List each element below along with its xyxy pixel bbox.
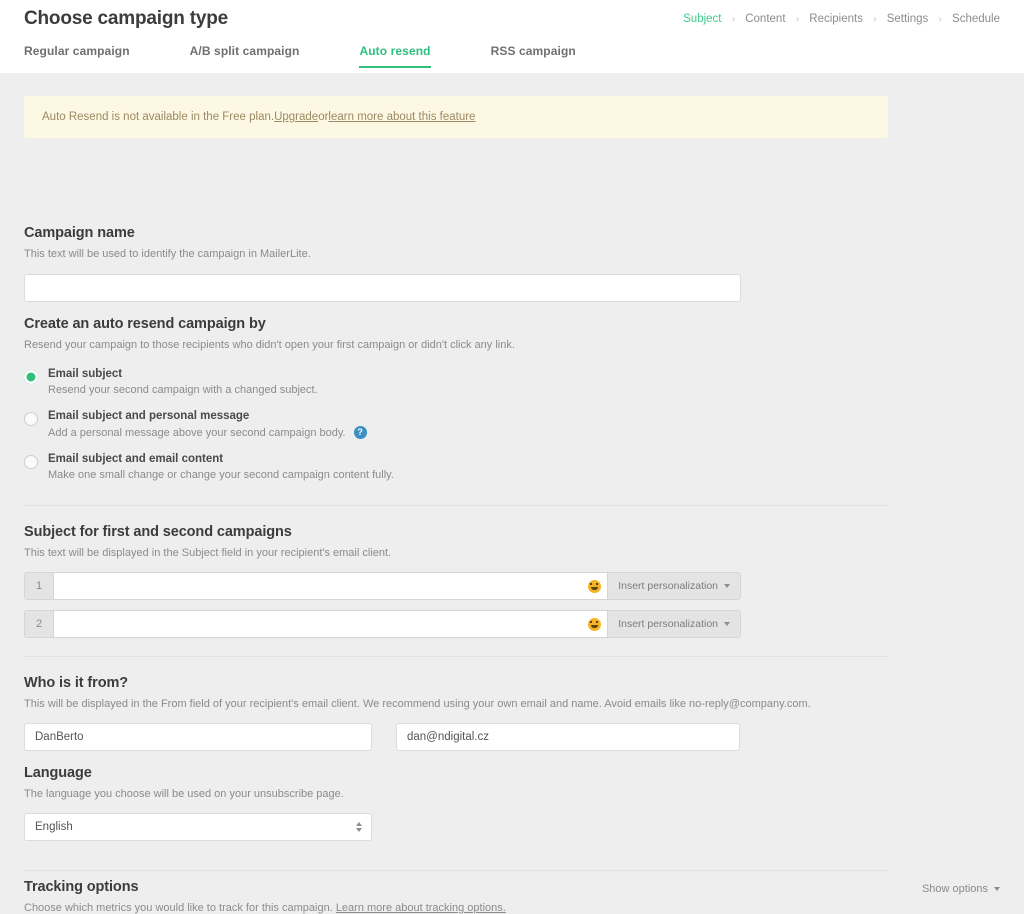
subject-title: Subject for first and second campaigns: [24, 524, 292, 540]
radio-desc-text: Add a personal message above your second…: [48, 426, 346, 439]
free-plan-notice: Auto Resend is not available in the Free…: [24, 96, 888, 138]
radio-unselected-icon[interactable]: [24, 412, 38, 426]
page-title: Choose campaign type: [24, 8, 228, 29]
section-divider: [24, 505, 888, 506]
subject-field-wrapper-2: [53, 611, 609, 637]
show-options-button[interactable]: Show options: [922, 883, 1000, 895]
breadcrumb-item-schedule[interactable]: Schedule: [952, 13, 1000, 25]
from-name-input[interactable]: [24, 723, 372, 751]
tracking-options-section: Tracking options Choose which metrics yo…: [24, 879, 506, 914]
campaign-name-title: Campaign name: [24, 225, 135, 241]
emoji-picker-button-1[interactable]: [581, 579, 607, 593]
radio-label-email-content: Email subject and email content: [48, 453, 224, 465]
create-by-description: Resend your campaign to those recipients…: [24, 339, 515, 351]
section-divider: [24, 656, 888, 657]
campaign-name-input[interactable]: [24, 274, 741, 302]
chevron-up-icon: [356, 822, 362, 826]
insert-personalization-label: Insert personalization: [618, 580, 718, 592]
smiley-face-icon[interactable]: [587, 579, 601, 593]
from-description: This will be displayed in the From field…: [24, 698, 811, 710]
subject-row-number: 1: [25, 573, 53, 599]
campaign-type-tabs: Regular campaign A/B split campaign Auto…: [24, 44, 576, 68]
subject-input-1[interactable]: [54, 573, 582, 599]
radio-selected-icon[interactable]: [24, 370, 38, 384]
breadcrumb-separator-icon: ›: [795, 14, 800, 25]
chevron-down-icon: [724, 584, 730, 588]
breadcrumb-item-recipients[interactable]: Recipients: [809, 13, 863, 25]
chevron-down-icon: [724, 622, 730, 626]
subject-description: This text will be displayed in the Subje…: [24, 547, 392, 559]
learn-more-tracking-link[interactable]: Learn more about tracking options.: [336, 902, 506, 914]
show-options-label: Show options: [921, 883, 988, 895]
campaign-name-section: Campaign name This text will be used to …: [24, 225, 741, 302]
chevron-down-icon: [356, 828, 362, 832]
from-section: Who is it from? This will be displayed i…: [24, 675, 811, 751]
tab-auto-resend[interactable]: Auto resend: [359, 44, 431, 68]
language-select-wrapper[interactable]: English: [24, 813, 372, 841]
subject-input-2[interactable]: [54, 611, 582, 637]
radio-desc-text: Make one small change or change your sec…: [48, 469, 394, 481]
insert-personalization-label: Insert personalization: [618, 618, 718, 630]
campaign-name-description: This text will be used to identify the c…: [24, 248, 311, 260]
radio-label-email-subject: Email subject: [48, 368, 123, 380]
radio-desc-email-subject: Resend your second campaign with a chang…: [48, 384, 515, 396]
tab-ab-split-campaign[interactable]: A/B split campaign: [190, 44, 300, 68]
notice-text-middle: or: [318, 111, 329, 123]
subject-row-2: 2 Insert personalization: [24, 610, 741, 638]
tab-regular-campaign[interactable]: Regular campaign: [24, 44, 130, 68]
from-fields-row: [24, 723, 811, 751]
breadcrumb-separator-icon: ›: [731, 14, 736, 25]
language-selected-value: English: [35, 821, 73, 833]
tracking-description-text: Choose which metrics you would like to t…: [24, 902, 336, 914]
tab-rss-campaign[interactable]: RSS campaign: [491, 44, 576, 68]
tracking-options-title: Tracking options: [24, 879, 139, 895]
chevron-down-icon: [994, 887, 1000, 891]
radio-option-email-subject-email-content[interactable]: Email subject and email content Make one…: [24, 453, 515, 481]
subject-section: Subject for first and second campaigns T…: [24, 524, 741, 638]
subject-row-number: 2: [25, 611, 53, 637]
create-auto-resend-section: Create an auto resend campaign by Resend…: [24, 316, 515, 481]
breadcrumb-item-content[interactable]: Content: [745, 13, 785, 25]
insert-personalization-button-2[interactable]: Insert personalization: [608, 611, 740, 637]
upgrade-link[interactable]: Upgrade: [274, 111, 318, 123]
radio-desc-text: Resend your second campaign with a chang…: [48, 384, 318, 396]
language-select[interactable]: English: [24, 813, 372, 841]
create-by-title: Create an auto resend campaign by: [24, 316, 266, 332]
subject-field-wrapper-1: [53, 573, 609, 599]
radio-unselected-icon[interactable]: [24, 455, 38, 469]
radio-option-email-subject[interactable]: Email subject Resend your second campaig…: [24, 368, 515, 396]
insert-personalization-button-1[interactable]: Insert personalization: [608, 573, 740, 599]
language-section: Language The language you choose will be…: [24, 765, 372, 841]
radio-desc-personal-message: Add a personal message above your second…: [48, 426, 515, 439]
section-divider: [24, 870, 888, 871]
from-email-input[interactable]: [396, 723, 740, 751]
language-description: The language you choose will be used on …: [24, 788, 344, 800]
breadcrumb-separator-icon: ›: [938, 14, 942, 25]
smiley-face-icon[interactable]: [587, 617, 601, 631]
help-question-icon[interactable]: ?: [353, 426, 367, 439]
select-stepper-icon[interactable]: [356, 822, 362, 832]
learn-more-feature-link[interactable]: learn more about this feature: [328, 111, 475, 123]
tracking-options-description: Choose which metrics you would like to t…: [24, 902, 506, 914]
breadcrumb-item-settings[interactable]: Settings: [887, 13, 929, 25]
breadcrumb: Subject › Content › Recipients › Setting…: [683, 13, 1000, 25]
breadcrumb-item-subject[interactable]: Subject: [683, 13, 721, 25]
subject-row-1: 1 Insert personalization: [24, 572, 741, 600]
from-title: Who is it from?: [24, 675, 129, 691]
radio-option-email-subject-personal-message[interactable]: Email subject and personal message Add a…: [24, 410, 515, 439]
page-header: Choose campaign type Subject › Content ›…: [0, 0, 1024, 73]
notice-text-before: Auto Resend is not available in the Free…: [42, 111, 275, 123]
emoji-picker-button-2[interactable]: [581, 617, 607, 631]
breadcrumb-separator-icon: ›: [873, 14, 877, 25]
language-title: Language: [24, 765, 92, 781]
radio-label-personal-message: Email subject and personal message: [48, 410, 250, 422]
radio-desc-email-content: Make one small change or change your sec…: [48, 469, 515, 481]
